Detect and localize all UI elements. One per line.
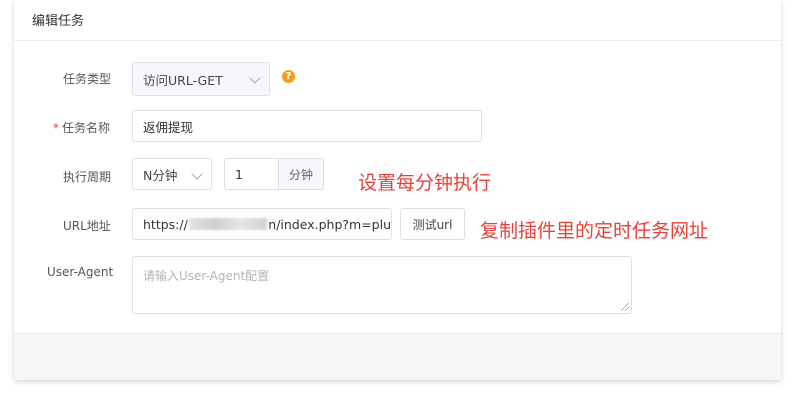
period-label: 执行周期 [63,170,112,184]
user-agent-placeholder: 请输入User-Agent配置 [143,269,270,283]
help-icon[interactable]: ? [282,70,295,83]
card-header: 编辑任务 [14,0,781,41]
test-url-button[interactable]: 测试url [400,208,465,240]
user-agent-textarea[interactable]: 请输入User-Agent配置 [132,256,632,314]
task-name-label-text: 任务名称 [62,121,111,135]
user-agent-label: User-Agent [47,265,114,279]
card-title: 编辑任务 [32,14,85,29]
url-annotation: 复制插件里的定时任务网址 [480,220,709,242]
task-type-select[interactable]: 访问URL-GET [132,62,270,96]
url-label: URL地址 [63,219,111,233]
chevron-down-icon [249,72,261,84]
period-annotation: 设置每分钟执行 [358,172,492,194]
period-unit-select[interactable]: N分钟 [132,158,212,190]
edit-task-card: 编辑任务 任务类型 访问URL-GET ? * 任务名称 返佣提现 执行周期 N分… [14,0,781,380]
task-name-label: * 任务名称 [53,119,110,136]
task-type-value: 访问URL-GET [143,72,223,88]
card-footer [14,333,781,380]
task-name-input[interactable]: 返佣提现 [132,110,482,142]
required-mark: * [53,121,59,135]
chevron-down-icon [191,168,203,180]
url-value-prefix: https:// [143,216,188,232]
period-unit-addon: 分钟 [279,158,324,190]
period-value: 1 [235,166,243,182]
period-value-input[interactable]: 1 [224,158,279,190]
resize-handle-icon[interactable] [621,303,629,311]
url-input[interactable]: https:// n/index.php?m=plu [132,208,392,240]
redacted-url-part [188,218,268,230]
url-value-suffix: n/index.php?m=plu [268,216,391,232]
task-name-value: 返佣提现 [143,119,194,135]
period-unit-value: N分钟 [143,167,178,183]
task-type-label: 任务类型 [63,72,112,86]
